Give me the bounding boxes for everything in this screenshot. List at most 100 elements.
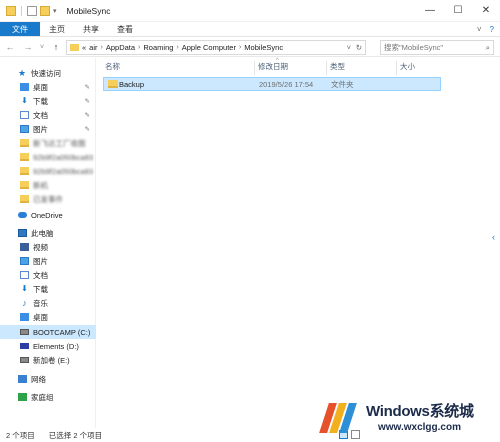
sidebar-item-label: 新加卷 (E:) <box>33 355 70 365</box>
title-bar: ▾ MobileSync — ☐ ✕ <box>0 0 500 22</box>
close-button[interactable]: ✕ <box>472 0 500 22</box>
sidebar-item-label: 快速访问 <box>31 68 61 78</box>
up-icon[interactable]: ↑ <box>50 42 62 52</box>
sidebar-item-drive-c[interactable]: BOOTCAMP (C:) <box>0 325 96 339</box>
chevron-right-icon[interactable]: › <box>239 44 241 51</box>
sidebar-item-label: 此电脑 <box>31 228 54 238</box>
table-row[interactable]: Backup 2019/5/26 17:54 文件夹 <box>103 77 441 91</box>
expand-ribbon-icon[interactable]: ˅ <box>477 25 482 34</box>
sidebar-item-label: 家庭组 <box>31 392 54 402</box>
homegroup-icon <box>18 393 27 401</box>
forward-icon[interactable]: → <box>22 42 34 52</box>
window-title: MobileSync <box>66 5 111 16</box>
download-icon: ⬇ <box>21 96 28 105</box>
back-icon[interactable]: ← <box>4 42 16 52</box>
pin-icon[interactable]: ✎ <box>85 125 90 133</box>
sidebar-item-label: 文档 <box>33 110 48 120</box>
sidebar-item-videos[interactable]: 视频 <box>20 240 96 254</box>
sidebar-item-label: 新飞达工厂收图 <box>33 138 86 148</box>
pin-icon[interactable]: ✎ <box>85 83 90 91</box>
sidebar-item-folder[interactable]: 新飞达工厂收图 <box>20 136 96 150</box>
sidebar-item-label: 92b9f2a050bca83 <box>33 152 94 162</box>
sidebar-item-drive-e[interactable]: 新加卷 (E:) <box>20 353 96 367</box>
item-count: 2 个项目 <box>6 430 35 440</box>
breadcrumb-air[interactable]: air <box>89 43 97 52</box>
sidebar-item-label: 新机 <box>33 180 48 190</box>
address-bar[interactable]: « air › AppData › Roaming › Apple Comput… <box>66 40 366 55</box>
sidebar-item-desktop[interactable]: 桌面 ✎ <box>20 80 96 94</box>
watermark-url: www.wxclgg.com <box>378 422 461 433</box>
breadcrumb-appdata[interactable]: AppData <box>106 43 135 52</box>
properties-icon[interactable] <box>27 5 37 16</box>
sidebar-item-label: 桌面 <box>33 312 48 322</box>
search-input[interactable]: 搜索"MobileSync" ⌕ <box>380 40 494 55</box>
breadcrumb-mobilesync[interactable]: MobileSync <box>244 43 283 52</box>
chevron-right-icon[interactable]: › <box>138 44 140 51</box>
pin-icon[interactable]: ✎ <box>85 111 90 119</box>
folder-icon <box>20 153 29 161</box>
column-header-name[interactable]: 名称 <box>105 61 120 75</box>
maximize-button[interactable]: ☐ <box>444 0 472 22</box>
network-icon <box>18 375 27 383</box>
sidebar-item-desktop[interactable]: 桌面 <box>20 310 96 324</box>
customize-toolbar-icon[interactable]: ▾ <box>53 7 57 15</box>
sidebar-item-pictures[interactable]: 图片 ✎ <box>20 122 96 136</box>
drive-icon <box>20 343 29 349</box>
folder-icon <box>20 167 29 175</box>
sidebar-item-label: 92b9f2a050bca83 <box>33 166 94 176</box>
sidebar-item-label: 下载 <box>33 284 48 294</box>
sidebar-item-downloads[interactable]: ⬇ 下载 ✎ <box>20 94 96 108</box>
sidebar-item-documents[interactable]: 文档 ✎ <box>20 108 96 122</box>
column-divider[interactable] <box>396 61 397 75</box>
watermark: Windows系统城 www.wxclgg.com <box>318 396 500 442</box>
sidebar-item-downloads[interactable]: ⬇ 下载 <box>20 282 96 296</box>
cloud-icon <box>18 212 27 218</box>
tab-file[interactable]: 文件 <box>0 22 40 36</box>
sidebar-item-label: OneDrive <box>31 210 63 220</box>
separator <box>21 5 22 16</box>
chevron-left-icon[interactable]: ‹ <box>492 232 500 250</box>
sidebar-item-documents[interactable]: 文档 <box>20 268 96 282</box>
sidebar-item-folder[interactable]: 92b9f2a050bca83 <box>20 150 96 164</box>
document-icon <box>20 111 29 119</box>
chevron-right-icon[interactable]: › <box>101 44 103 51</box>
sidebar-item-music[interactable]: ♪ 音乐 <box>20 296 96 310</box>
sidebar-item-label: 已发事件 <box>33 194 63 204</box>
breadcrumb-roaming[interactable]: Roaming <box>143 43 173 52</box>
folder-icon <box>20 181 29 189</box>
file-name: Backup <box>119 79 145 89</box>
star-icon: ★ <box>18 67 27 78</box>
sidebar-item-label: 视频 <box>33 242 48 252</box>
chevron-down-icon[interactable]: ˅ <box>347 43 351 52</box>
column-header-type[interactable]: 类型 <box>330 61 345 75</box>
navigation-bar: ← → ˅ ↑ « air › AppData › Roaming › Appl… <box>0 38 500 57</box>
new-folder-icon[interactable] <box>40 5 50 16</box>
sidebar-item-label: BOOTCAMP (C:) <box>33 327 91 337</box>
sidebar-item-label: 图片 <box>33 124 48 134</box>
sidebar-item-drive-d[interactable]: Elements (D:) <box>20 339 96 353</box>
help-icon[interactable]: ? <box>490 25 494 34</box>
refresh-icon[interactable]: ↻ <box>356 43 362 52</box>
sidebar-item-folder[interactable]: 92b9f2a050bca83 <box>20 164 96 178</box>
ribbon-tabs: 文件 主页 共享 查看 ˅ ? <box>0 22 500 37</box>
tab-view[interactable]: 查看 <box>108 22 142 36</box>
sidebar-item-folder[interactable]: 新机 <box>20 178 96 192</box>
overflow-chevron[interactable]: « <box>82 43 86 52</box>
selection-count: 已选择 2 个项目 <box>48 430 103 440</box>
sidebar-item-pictures[interactable]: 图片 <box>20 254 96 268</box>
quick-access-toolbar: ▾ <box>0 5 57 16</box>
column-header-date[interactable]: 修改日期 <box>258 61 288 75</box>
column-divider[interactable] <box>326 61 327 75</box>
tab-home[interactable]: 主页 <box>40 22 74 36</box>
tab-share[interactable]: 共享 <box>74 22 108 36</box>
breadcrumb-apple-computer[interactable]: Apple Computer <box>182 43 236 52</box>
file-date: 2019/5/26 17:54 <box>259 79 314 89</box>
column-header-size[interactable]: 大小 <box>400 61 415 75</box>
recent-locations-icon[interactable]: ˅ <box>36 44 48 51</box>
minimize-button[interactable]: — <box>416 0 444 22</box>
sidebar-item-folder[interactable]: 已发事件 <box>20 192 96 206</box>
column-divider[interactable] <box>254 61 255 75</box>
pin-icon[interactable]: ✎ <box>85 97 90 105</box>
sidebar-item-label: 音乐 <box>33 298 48 308</box>
chevron-right-icon[interactable]: › <box>176 44 178 51</box>
